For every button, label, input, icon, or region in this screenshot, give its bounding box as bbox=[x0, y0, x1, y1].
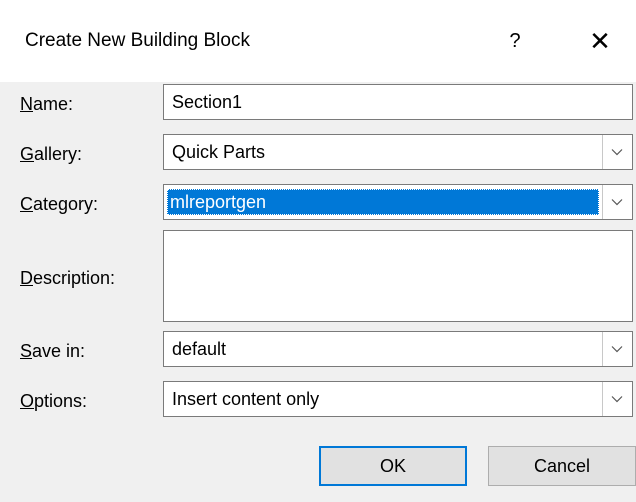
name-input-value: Section1 bbox=[172, 92, 243, 112]
title-bar: Create New Building Block ? ✕ bbox=[0, 0, 636, 82]
description-label-mnemonic: D bbox=[20, 268, 33, 288]
category-label-mnemonic: C bbox=[20, 194, 33, 214]
category-label: Category: bbox=[20, 192, 98, 216]
options-select[interactable]: Insert content only bbox=[163, 381, 633, 417]
chevron-down-icon bbox=[611, 149, 623, 156]
cancel-button[interactable]: Cancel bbox=[488, 446, 636, 486]
category-label-text: ategory: bbox=[33, 194, 99, 214]
description-label-text: escription: bbox=[33, 268, 116, 288]
gallery-dropdown-button[interactable] bbox=[602, 135, 632, 169]
gallery-label-text: allery: bbox=[34, 144, 83, 164]
help-button[interactable]: ? bbox=[496, 22, 534, 60]
save-in-select[interactable]: default bbox=[163, 331, 633, 367]
create-building-block-dialog: Create New Building Block ? ✕ Name: Sect… bbox=[0, 0, 636, 502]
save-in-label-text: ave in: bbox=[32, 341, 86, 361]
save-in-select-value: default bbox=[172, 339, 227, 359]
options-label-text: ptions: bbox=[34, 391, 88, 411]
options-label-mnemonic: O bbox=[20, 391, 35, 411]
category-select[interactable]: mlreportgen bbox=[163, 184, 633, 220]
options-select-value: Insert content only bbox=[172, 389, 320, 409]
category-dropdown-button[interactable] bbox=[602, 185, 632, 219]
category-select-value: mlreportgen bbox=[167, 189, 599, 215]
gallery-select-value: Quick Parts bbox=[172, 142, 266, 162]
name-label: Name: bbox=[20, 92, 73, 116]
dialog-title: Create New Building Block bbox=[25, 30, 250, 51]
save-in-label: Save in: bbox=[20, 339, 85, 363]
name-label-text: ame: bbox=[33, 94, 74, 114]
save-in-dropdown-button[interactable] bbox=[602, 332, 632, 366]
chevron-down-icon bbox=[611, 199, 623, 206]
options-dropdown-button[interactable] bbox=[602, 382, 632, 416]
chevron-down-icon bbox=[611, 346, 623, 353]
options-label: Options: bbox=[20, 389, 87, 413]
gallery-label: Gallery: bbox=[20, 142, 82, 166]
ok-button[interactable]: OK bbox=[319, 446, 467, 486]
name-label-mnemonic: N bbox=[20, 94, 33, 114]
name-input[interactable]: Section1 bbox=[163, 84, 633, 120]
chevron-down-icon bbox=[611, 396, 623, 403]
close-button[interactable]: ✕ bbox=[580, 22, 620, 60]
save-in-label-mnemonic: S bbox=[20, 341, 33, 361]
description-label: Description: bbox=[20, 266, 115, 290]
gallery-label-mnemonic: G bbox=[20, 144, 35, 164]
gallery-select[interactable]: Quick Parts bbox=[163, 134, 633, 170]
description-textarea[interactable] bbox=[163, 230, 633, 322]
